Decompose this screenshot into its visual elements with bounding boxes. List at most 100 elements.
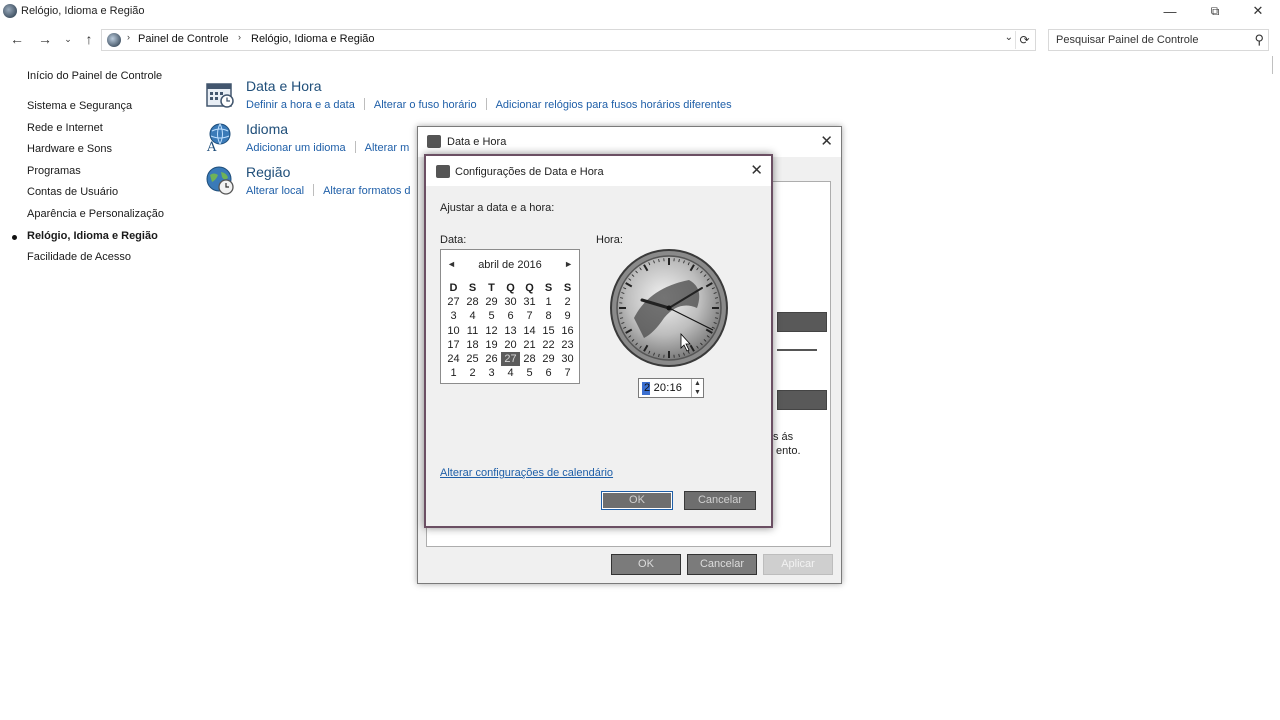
- close-button[interactable]: ✕: [1235, 0, 1280, 22]
- address-bar[interactable]: › Painel de Controle › Relógio, Idioma e…: [101, 29, 1036, 51]
- calendar-day[interactable]: 3: [482, 366, 501, 380]
- calendar-day[interactable]: 5: [482, 309, 501, 323]
- calendar-day[interactable]: 4: [463, 309, 482, 323]
- breadcrumb-control-panel[interactable]: Painel de Controle: [138, 33, 229, 45]
- time-spinner[interactable]: ▲ ▼: [691, 379, 703, 397]
- nav-item-user-accounts[interactable]: Contas de Usuário: [27, 186, 164, 208]
- calendar-day[interactable]: 14: [520, 324, 539, 338]
- back-button[interactable]: ←: [7, 29, 27, 49]
- cancel-button[interactable]: Cancelar: [684, 491, 756, 510]
- calendar-month[interactable]: abril de 2016: [441, 259, 579, 271]
- change-date-time-button[interactable]: [777, 312, 827, 332]
- calendar-day[interactable]: 30: [558, 352, 577, 366]
- calendar-day[interactable]: 31: [520, 295, 539, 309]
- next-month-icon[interactable]: ►: [564, 259, 573, 269]
- nav-item-clock-language-region[interactable]: Relógio, Idioma e Região: [12, 230, 164, 252]
- calendar-day[interactable]: 12: [482, 324, 501, 338]
- calendar-day[interactable]: 29: [482, 295, 501, 309]
- nav-item-ease-of-access[interactable]: Facilidade de Acesso: [27, 251, 164, 273]
- add-clocks-link[interactable]: Adicionar relógios para fusos horários d…: [496, 99, 732, 111]
- date-time-settings-dialog: Configurações de Data e Hora ✕ Ajustar a…: [424, 154, 773, 528]
- calendar-day[interactable]: 25: [463, 352, 482, 366]
- change-time-zone-link[interactable]: Alterar o fuso horário: [374, 99, 477, 111]
- category-links: Adicionar um idioma Alterar m: [246, 141, 409, 154]
- up-button[interactable]: ↑: [79, 29, 99, 49]
- add-language-link[interactable]: Adicionar um idioma: [246, 142, 346, 154]
- calendar-day[interactable]: 6: [539, 366, 558, 380]
- calendar-day[interactable]: 24: [444, 352, 463, 366]
- nav-item-hardware-sound[interactable]: Hardware e Sons: [27, 143, 164, 165]
- calendar-day[interactable]: 2: [558, 295, 577, 309]
- calendar-day[interactable]: 22: [539, 338, 558, 352]
- calendar-day[interactable]: 1: [539, 295, 558, 309]
- calendar-day[interactable]: 17: [444, 338, 463, 352]
- nav-item-network-internet[interactable]: Rede e Internet: [27, 122, 164, 144]
- calendar-day[interactable]: 6: [501, 309, 520, 323]
- calendar-day[interactable]: 15: [539, 324, 558, 338]
- calendar-day[interactable]: 2: [463, 366, 482, 380]
- calendar-day[interactable]: 18: [463, 338, 482, 352]
- spin-down-icon[interactable]: ▼: [694, 389, 701, 396]
- calendar-day[interactable]: 27: [444, 295, 463, 309]
- change-input-method-link[interactable]: Alterar m: [365, 142, 410, 154]
- category-title[interactable]: Data e Hora: [246, 78, 321, 94]
- cancel-button[interactable]: Cancelar: [687, 554, 757, 575]
- calendar-day[interactable]: 30: [501, 295, 520, 309]
- calendar-day[interactable]: 1: [444, 366, 463, 380]
- calendar-day[interactable]: 3: [444, 309, 463, 323]
- category-title[interactable]: Região: [246, 164, 290, 180]
- calendar-day[interactable]: 16: [558, 324, 577, 338]
- calendar-day[interactable]: 21: [520, 338, 539, 352]
- control-panel-home-link[interactable]: Início do Painel de Controle: [27, 70, 162, 82]
- calendar-day[interactable]: 28: [520, 352, 539, 366]
- breadcrumb-clock-language-region[interactable]: Relógio, Idioma e Região: [251, 33, 375, 45]
- search-input[interactable]: Pesquisar Painel de Controle ⚲: [1048, 29, 1269, 51]
- calendar-day[interactable]: 29: [539, 352, 558, 366]
- calendar-day[interactable]: 23: [558, 338, 577, 352]
- calendar-day[interactable]: 10: [444, 324, 463, 338]
- ok-button[interactable]: OK: [611, 554, 681, 575]
- change-formats-link[interactable]: Alterar formatos d: [323, 185, 410, 197]
- change-time-zone-button[interactable]: [777, 390, 827, 410]
- minimize-button[interactable]: —: [1147, 0, 1193, 22]
- calendar[interactable]: abril de 2016 ◄ ► D S T Q Q S S 27 28 29 30 31 1 2 3 4 5…: [440, 249, 580, 384]
- calendar-day[interactable]: 26: [482, 352, 501, 366]
- divider: [777, 349, 817, 351]
- calendar-day[interactable]: 19: [482, 338, 501, 352]
- recent-locations-button[interactable]: ⌄: [58, 29, 78, 49]
- nav-item-appearance[interactable]: Aparência e Personalização: [27, 208, 164, 230]
- scrollbar[interactable]: [1272, 56, 1280, 74]
- set-time-date-link[interactable]: Definir a hora e a data: [246, 99, 355, 111]
- calendar-day[interactable]: 13: [501, 324, 520, 338]
- time-value[interactable]: 2 20:16: [644, 382, 682, 394]
- calendar-day[interactable]: 8: [539, 309, 558, 323]
- calendar-day[interactable]: 4: [501, 366, 520, 380]
- nav-item-programs[interactable]: Programas: [27, 165, 164, 187]
- change-location-link[interactable]: Alterar local: [246, 185, 304, 197]
- calendar-day[interactable]: 20: [501, 338, 520, 352]
- calendar-day[interactable]: 11: [463, 324, 482, 338]
- spin-up-icon[interactable]: ▲: [694, 380, 701, 387]
- address-dropdown-icon[interactable]: ⌄: [1005, 32, 1013, 43]
- time-input[interactable]: 2 20:16 ▲ ▼: [638, 378, 704, 398]
- close-icon[interactable]: ✕: [820, 132, 833, 150]
- svg-text:A: A: [206, 140, 217, 153]
- apply-button[interactable]: Aplicar: [763, 554, 833, 575]
- search-icon[interactable]: ⚲: [1254, 32, 1264, 48]
- weekday-label: S: [544, 282, 553, 294]
- calendar-day[interactable]: 9: [558, 309, 577, 323]
- calendar-day[interactable]: 7: [520, 309, 539, 323]
- calendar-day[interactable]: 27: [501, 351, 520, 367]
- calendar-day[interactable]: 7: [558, 366, 577, 380]
- close-icon[interactable]: ✕: [750, 161, 763, 179]
- forward-button[interactable]: →: [35, 29, 55, 49]
- refresh-icon[interactable]: ⟳: [1015, 31, 1033, 49]
- nav-item-system-security[interactable]: Sistema e Segurança: [27, 100, 164, 122]
- restore-button[interactable]: ⧉: [1192, 0, 1238, 22]
- calendar-day[interactable]: 28: [463, 295, 482, 309]
- ok-button[interactable]: OK: [601, 491, 673, 510]
- change-calendar-settings-link[interactable]: Alterar configurações de calendário: [440, 467, 613, 479]
- calendar-day[interactable]: 5: [520, 366, 539, 380]
- category-title[interactable]: Idioma: [246, 121, 288, 137]
- previous-month-icon[interactable]: ◄: [447, 259, 456, 269]
